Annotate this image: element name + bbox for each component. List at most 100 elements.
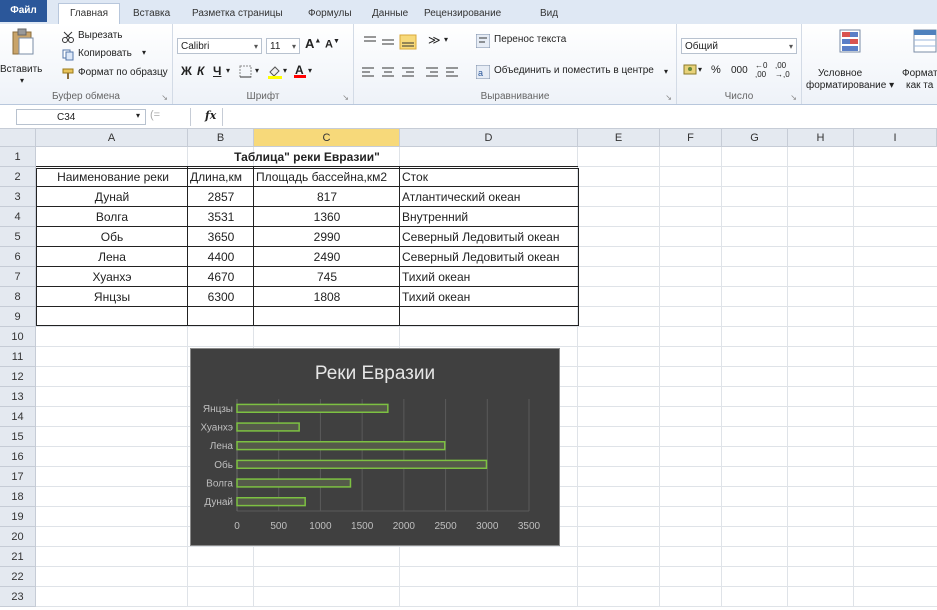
row-header-17[interactable]: 17 — [0, 467, 36, 487]
wrap-text-button[interactable]: Перенос текста — [494, 34, 566, 45]
paste-button[interactable]: Вставить — [0, 64, 42, 75]
borders-icon[interactable] — [239, 65, 253, 78]
font-launcher-icon[interactable]: ↘ — [342, 93, 349, 102]
currency-icon[interactable] — [683, 64, 697, 76]
currency-dropdown-icon[interactable]: ▾ — [698, 65, 702, 74]
row-header-2[interactable]: 2 — [0, 167, 36, 187]
tab-home[interactable]: Главная — [58, 3, 120, 25]
row-header-6[interactable]: 6 — [0, 247, 36, 267]
cancel-formula-icon[interactable]: (= — [150, 109, 160, 121]
row-header-15[interactable]: 15 — [0, 427, 36, 447]
underline-dropdown-icon[interactable]: ▾ — [226, 66, 230, 75]
copy-button[interactable]: Копировать — [78, 48, 132, 59]
table-outline — [36, 168, 579, 326]
tab-file[interactable]: Файл — [0, 0, 47, 22]
merge-center-button[interactable]: Объединить и поместить в центре — [494, 65, 654, 76]
column-header-f[interactable]: F — [660, 129, 722, 147]
column-header-e[interactable]: E — [578, 129, 660, 147]
tab-review[interactable]: Рецензирование — [424, 4, 501, 24]
row-header-8[interactable]: 8 — [0, 287, 36, 307]
decrease-decimal-icon[interactable]: ,00 →,0 — [775, 61, 790, 79]
row-header-13[interactable]: 13 — [0, 387, 36, 407]
orientation-dropdown-icon[interactable]: ▾ — [444, 35, 448, 44]
clipboard-group-label: Буфер обмена — [52, 91, 120, 102]
x-tick-label: 1500 — [351, 521, 374, 532]
row-header-23[interactable]: 23 — [0, 587, 36, 607]
row-header-4[interactable]: 4 — [0, 207, 36, 227]
orientation-icon[interactable]: ≫ — [428, 33, 441, 47]
row-header-21[interactable]: 21 — [0, 547, 36, 567]
alignment-launcher-icon[interactable]: ↘ — [665, 93, 672, 102]
column-header-g[interactable]: G — [722, 129, 788, 147]
font-group: Calibri ▾ 11 ▾ A▲ A▼ Ж К Ч ▾ ▾ ▾ A ▾ Шрифт… — [173, 24, 354, 104]
formula-input[interactable] — [230, 110, 930, 124]
percent-button[interactable]: % — [711, 64, 721, 76]
column-header-h[interactable]: H — [788, 129, 854, 147]
ribbon: Вставить ▾ Вырезать Копировать ▾ Формат … — [0, 24, 937, 105]
gridline-h — [36, 586, 937, 587]
italic-button[interactable]: К — [197, 64, 204, 78]
font-size-select[interactable]: 11 ▾ — [266, 38, 300, 54]
row-header-18[interactable]: 18 — [0, 487, 36, 507]
table-title[interactable]: Таблица" реки Евразии" — [36, 147, 578, 167]
borders-dropdown-icon[interactable]: ▾ — [255, 66, 259, 75]
underline-button[interactable]: Ч — [213, 64, 221, 78]
chart[interactable]: Реки Евразии 0 500 1000 1500 2000 2500 3000 3500… — [190, 348, 560, 546]
bold-button[interactable]: Ж — [181, 64, 192, 78]
paste-dropdown-icon[interactable]: ▾ — [20, 76, 24, 85]
row-header-11[interactable]: 11 — [0, 347, 36, 367]
fill-color-dropdown-icon[interactable]: ▾ — [283, 66, 287, 75]
row-header-14[interactable]: 14 — [0, 407, 36, 427]
thousands-button[interactable]: 000 — [731, 65, 748, 76]
row-header-12[interactable]: 12 — [0, 367, 36, 387]
row-header-22[interactable]: 22 — [0, 567, 36, 587]
format-as-table-label-2[interactable]: как та — [906, 80, 933, 91]
name-box[interactable]: C34 — [16, 109, 146, 125]
column-header-i[interactable]: I — [854, 129, 937, 147]
clipboard-launcher-icon[interactable]: ↘ — [161, 93, 168, 102]
insert-function-icon[interactable]: fx — [205, 109, 216, 122]
formula-divider — [190, 108, 191, 126]
row-header-1[interactable]: 1 — [0, 147, 36, 167]
gridline-h — [36, 326, 937, 327]
paste-icon[interactable] — [10, 28, 36, 56]
cut-button[interactable]: Вырезать — [78, 30, 122, 41]
column-header-b[interactable]: B — [188, 129, 254, 147]
column-header-d[interactable]: D — [400, 129, 578, 147]
font-color-icon[interactable]: A — [293, 63, 307, 79]
tab-formulas[interactable]: Формулы — [308, 4, 352, 24]
vertical-align-icons[interactable] — [362, 34, 422, 50]
row-header-7[interactable]: 7 — [0, 267, 36, 287]
format-painter-button[interactable]: Формат по образцу — [78, 67, 168, 78]
format-as-table-button[interactable]: Формат — [902, 68, 937, 79]
column-header-a[interactable]: A — [36, 129, 188, 147]
fill-color-icon[interactable] — [267, 64, 283, 79]
copy-icon — [62, 49, 74, 61]
number-launcher-icon[interactable]: ↘ — [790, 93, 797, 102]
shrink-font-icon[interactable]: A▼ — [325, 38, 340, 51]
row-header-9[interactable]: 9 — [0, 307, 36, 327]
font-name-select[interactable]: Calibri ▾ — [177, 38, 262, 54]
tab-view[interactable]: Вид — [540, 4, 558, 24]
increase-decimal-icon[interactable]: ←0,00 — [755, 61, 767, 79]
row-header-10[interactable]: 10 — [0, 327, 36, 347]
font-color-dropdown-icon[interactable]: ▾ — [308, 66, 312, 75]
horizontal-align-icons[interactable] — [360, 66, 460, 78]
tab-data[interactable]: Данные — [372, 4, 408, 24]
row-header-16[interactable]: 16 — [0, 447, 36, 467]
row-header-3[interactable]: 3 — [0, 187, 36, 207]
row-header-5[interactable]: 5 — [0, 227, 36, 247]
select-all-corner[interactable] — [0, 129, 36, 147]
conditional-formatting-button[interactable]: Условное — [818, 68, 862, 79]
merge-dropdown-icon[interactable]: ▾ — [664, 67, 668, 76]
row-header-20[interactable]: 20 — [0, 527, 36, 547]
grow-font-icon[interactable]: A▲ — [305, 36, 321, 51]
row-header-19[interactable]: 19 — [0, 507, 36, 527]
copy-dropdown-icon[interactable]: ▾ — [142, 48, 146, 57]
tab-page-layout[interactable]: Разметка страницы — [192, 4, 283, 24]
column-header-c[interactable]: C — [254, 129, 400, 147]
number-format-select[interactable]: Общий ▾ — [681, 38, 797, 54]
name-box-dropdown-icon[interactable]: ▾ — [136, 111, 140, 120]
conditional-formatting-label-2[interactable]: форматирование ▾ — [806, 80, 894, 91]
tab-insert[interactable]: Вставка — [133, 4, 170, 24]
